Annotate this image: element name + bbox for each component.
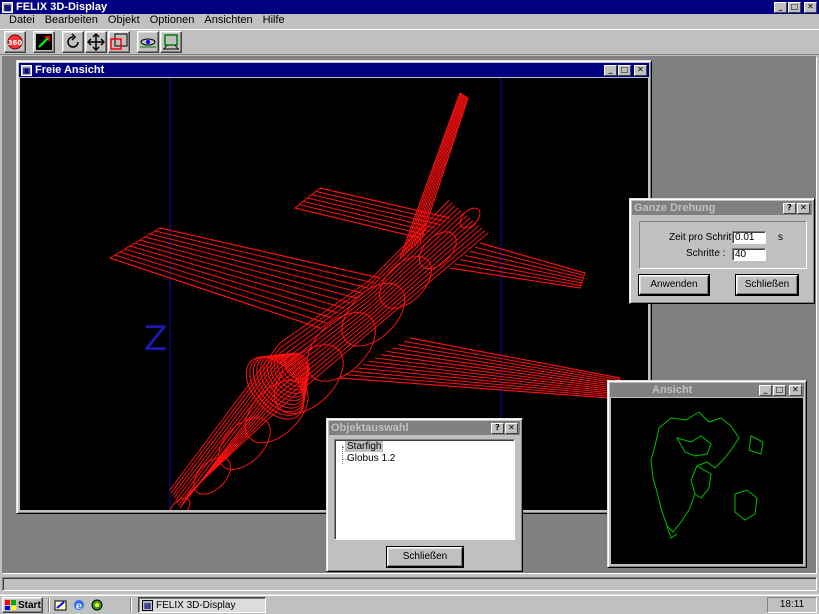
drehung-schliessen-button[interactable]: Schließen [735,274,799,296]
windows-logo-icon [5,600,16,610]
globus-ansicht-titlebar[interactable]: Ansicht _ □ ✕ [610,383,804,397]
channels-icon[interactable] [90,598,104,612]
start-label: Start [18,599,41,611]
menu-hilfe[interactable]: Hilfe [258,14,290,26]
zeit-input[interactable] [732,231,766,244]
freie-ansicht-titlebar[interactable]: ▣ Freie Ansicht _ □ ✕ [19,63,649,77]
drehung-group-box: Zeit pro Schritt : s Schritte : [639,221,807,269]
z-axis-label: Z [144,319,167,359]
app-icon: ▦ [2,1,13,13]
globus-ansicht-window: Ansicht _ □ ✕ [607,380,807,568]
tree-item-starfighter[interactable]: Starfigh [345,441,384,452]
app-window: ▦ FELIX 3D-Display _ □ ✕ Datei Bearbeite… [0,0,819,594]
globus-close-button[interactable]: ✕ [789,384,802,396]
globus-maximize-button[interactable]: □ [773,384,786,396]
rotate-button[interactable] [62,31,84,53]
globus-ansicht-title: Ansicht [652,384,693,396]
zeit-label: Zeit pro Schritt : [669,232,740,243]
close-button[interactable]: ✕ [804,1,817,13]
toolbar: 360 [0,29,819,55]
menu-optionen[interactable]: Optionen [145,14,200,26]
view-360-button[interactable]: 360 [4,31,26,53]
wireframe-globe [650,411,764,539]
scale-icon [36,34,52,50]
ganze-drehung-title: Ganze Drehung [634,202,716,214]
ganze-drehung-titlebar[interactable]: Ganze Drehung ? ✕ [632,201,812,215]
camera-icon [140,38,156,48]
globus-viewport[interactable] [611,398,803,564]
freie-close-button[interactable]: ✕ [634,64,647,76]
camera-button[interactable] [137,31,159,53]
taskbar: Start e ▦ FELIX 3D-Display 18:11 [0,594,819,614]
objekt-help-button[interactable]: ? [491,422,504,434]
freie-minimize-button[interactable]: _ [604,64,617,76]
globus-minimize-button[interactable]: _ [759,384,772,396]
window-icon: ▣ [21,64,32,76]
zeit-unit: s [778,232,783,243]
menu-ansichten[interactable]: Ansichten [199,14,257,26]
ganze-drehung-dialog: Ganze Drehung ? ✕ Zeit pro Schritt : s S… [629,198,815,304]
system-tray: 18:11 [767,597,817,613]
objekt-schliessen-button[interactable]: Schließen [386,546,464,568]
maximize-button[interactable]: □ [788,1,801,13]
schritte-input[interactable] [732,248,766,261]
task-label: FELIX 3D-Display [156,599,236,611]
task-app-icon: ▦ [142,599,153,611]
drehung-close-button[interactable]: ✕ [797,202,810,214]
scale-button[interactable] [33,31,55,53]
objekt-close-button[interactable]: ✕ [505,422,518,434]
object-tree[interactable]: Starfigh Globus 1.2 [334,439,515,540]
freie-ansicht-title: Freie Ansicht [35,64,105,76]
zoom-box-icon [110,33,128,50]
start-button[interactable]: Start [2,597,43,613]
schritte-label: Schritte : [686,248,726,259]
zoom-box-button[interactable] [108,31,130,53]
tree-item-globus[interactable]: Globus 1.2 [345,453,397,464]
svg-text:e: e [76,601,82,612]
objektauswahl-title: Objektauswahl [331,422,409,434]
fit-view-button[interactable] [160,31,182,53]
minimize-button[interactable]: _ [774,1,787,13]
fit-view-icon [163,34,179,50]
status-pane [2,577,817,591]
anwenden-button[interactable]: Anwenden [638,274,710,296]
show-desktop-icon[interactable] [54,598,68,612]
menubar: Datei Bearbeiten Objekt Optionen Ansicht… [0,12,819,28]
svg-text:360: 360 [8,39,23,47]
freie-maximize-button[interactable]: □ [618,64,631,76]
menu-objekt[interactable]: Objekt [103,14,145,26]
drehung-help-button[interactable]: ? [783,202,796,214]
internet-explorer-icon[interactable]: e [72,598,86,612]
objektauswahl-dialog: Objektauswahl ? ✕ Starfigh Globus 1.2 Sc… [326,418,523,572]
status-bar [2,576,817,592]
menu-datei[interactable]: Datei [4,14,40,26]
move-icon [87,33,105,51]
objektauswahl-titlebar[interactable]: Objektauswahl ? ✕ [329,421,520,435]
menu-bearbeiten[interactable]: Bearbeiten [40,14,103,26]
rotate-icon [67,33,79,48]
move-button[interactable] [85,31,107,53]
task-felix-3d-display[interactable]: ▦ FELIX 3D-Display [138,597,266,613]
view-360-icon: 360 [7,34,23,50]
clock[interactable]: 18:11 [780,599,804,610]
